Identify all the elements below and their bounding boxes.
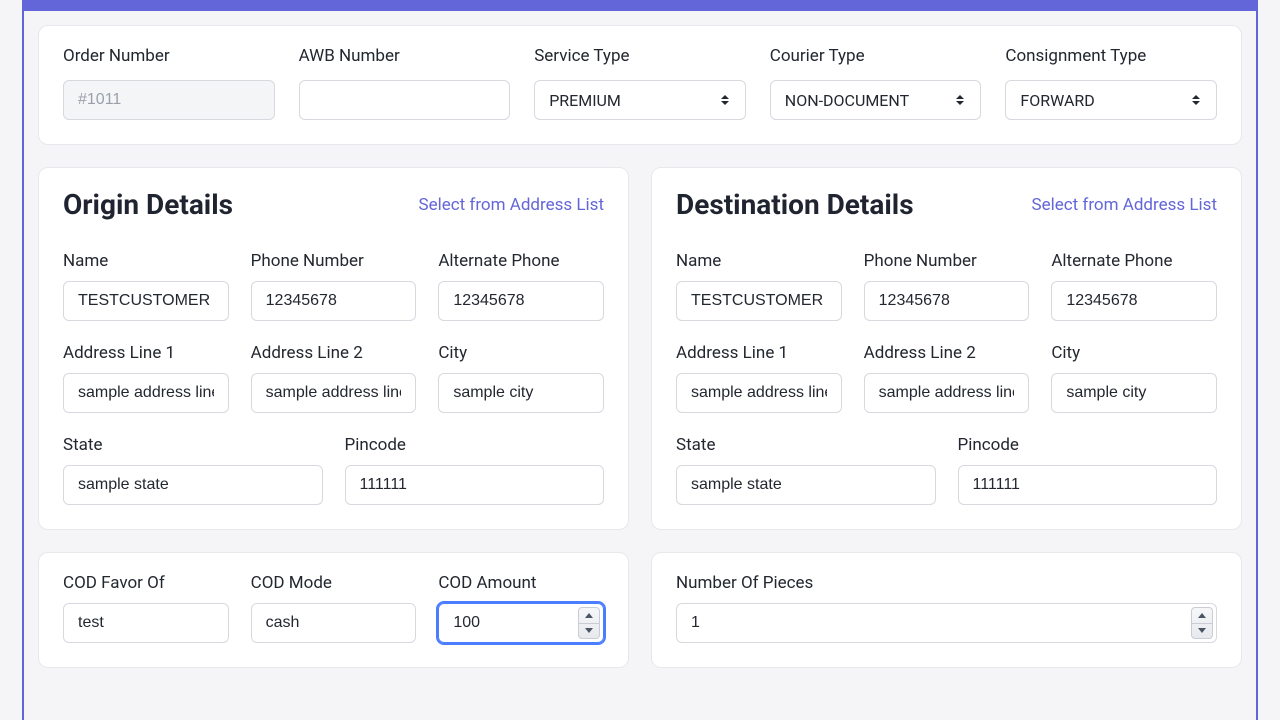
destination-addr1-label: Address Line 1 [676,343,842,363]
pieces-label: Number Of Pieces [676,573,1217,593]
chevron-updown-icon [956,93,966,107]
pieces-card: Number Of Pieces [651,552,1242,668]
origin-name-label: Name [63,251,229,271]
courier-type-label: Courier Type [770,46,982,66]
origin-addr2-input[interactable] [251,373,417,413]
origin-pincode-input[interactable] [345,465,605,505]
cod-favor-label: COD Favor Of [63,573,229,593]
destination-card: Destination Details Select from Address … [651,167,1242,530]
accent-bar [22,0,1258,11]
destination-name-input[interactable] [676,281,842,321]
service-type-select[interactable]: PREMIUM [534,80,746,120]
chevron-updown-icon [1192,93,1202,107]
destination-altphone-input[interactable] [1051,281,1217,321]
stepper-up-icon[interactable] [579,608,599,624]
pieces-stepper[interactable] [1191,607,1213,639]
stepper-up-icon[interactable] [1192,608,1212,624]
origin-name-input[interactable] [63,281,229,321]
origin-altphone-label: Alternate Phone [438,251,604,271]
origin-phone-label: Phone Number [251,251,417,271]
destination-state-input[interactable] [676,465,936,505]
origin-state-label: State [63,435,323,455]
awb-number-input[interactable] [299,80,511,120]
consignment-type-select[interactable]: FORWARD [1005,80,1217,120]
destination-addr2-label: Address Line 2 [864,343,1030,363]
origin-select-address-link[interactable]: Select from Address List [418,195,604,215]
cod-mode-input[interactable] [251,603,417,643]
chevron-updown-icon [721,93,731,107]
destination-state-label: State [676,435,936,455]
destination-select-address-link[interactable]: Select from Address List [1031,195,1217,215]
destination-city-label: City [1051,343,1217,363]
destination-addr2-input[interactable] [864,373,1030,413]
cod-amount-label: COD Amount [438,573,604,593]
destination-title: Destination Details [676,188,914,221]
origin-city-input[interactable] [438,373,604,413]
origin-card: Origin Details Select from Address List … [38,167,629,530]
cod-mode-label: COD Mode [251,573,417,593]
destination-addr1-input[interactable] [676,373,842,413]
destination-altphone-label: Alternate Phone [1051,251,1217,271]
page-frame: Order Number AWB Number Service Type PRE… [22,11,1258,720]
consignment-type-label: Consignment Type [1005,46,1217,66]
awb-number-label: AWB Number [299,46,511,66]
service-type-value: PREMIUM [549,91,621,110]
origin-addr2-label: Address Line 2 [251,343,417,363]
order-number-input[interactable] [63,80,275,120]
origin-addr1-input[interactable] [63,373,229,413]
destination-name-label: Name [676,251,842,271]
origin-state-input[interactable] [63,465,323,505]
order-number-label: Order Number [63,46,275,66]
origin-city-label: City [438,343,604,363]
origin-phone-input[interactable] [251,281,417,321]
origin-addr1-label: Address Line 1 [63,343,229,363]
courier-type-select[interactable]: NON-DOCUMENT [770,80,982,120]
consignment-type-value: FORWARD [1020,91,1094,110]
destination-pincode-label: Pincode [958,435,1218,455]
origin-title: Origin Details [63,188,233,221]
courier-type-value: NON-DOCUMENT [785,91,909,110]
destination-phone-input[interactable] [864,281,1030,321]
destination-city-input[interactable] [1051,373,1217,413]
pieces-input[interactable] [676,603,1217,643]
origin-pincode-label: Pincode [345,435,605,455]
stepper-down-icon[interactable] [1192,624,1212,639]
origin-altphone-input[interactable] [438,281,604,321]
stepper-down-icon[interactable] [579,624,599,639]
destination-phone-label: Phone Number [864,251,1030,271]
order-header-card: Order Number AWB Number Service Type PRE… [38,25,1242,145]
service-type-label: Service Type [534,46,746,66]
cod-card: COD Favor Of COD Mode COD Amount [38,552,629,668]
cod-favor-input[interactable] [63,603,229,643]
cod-amount-stepper[interactable] [578,607,600,639]
destination-pincode-input[interactable] [958,465,1218,505]
